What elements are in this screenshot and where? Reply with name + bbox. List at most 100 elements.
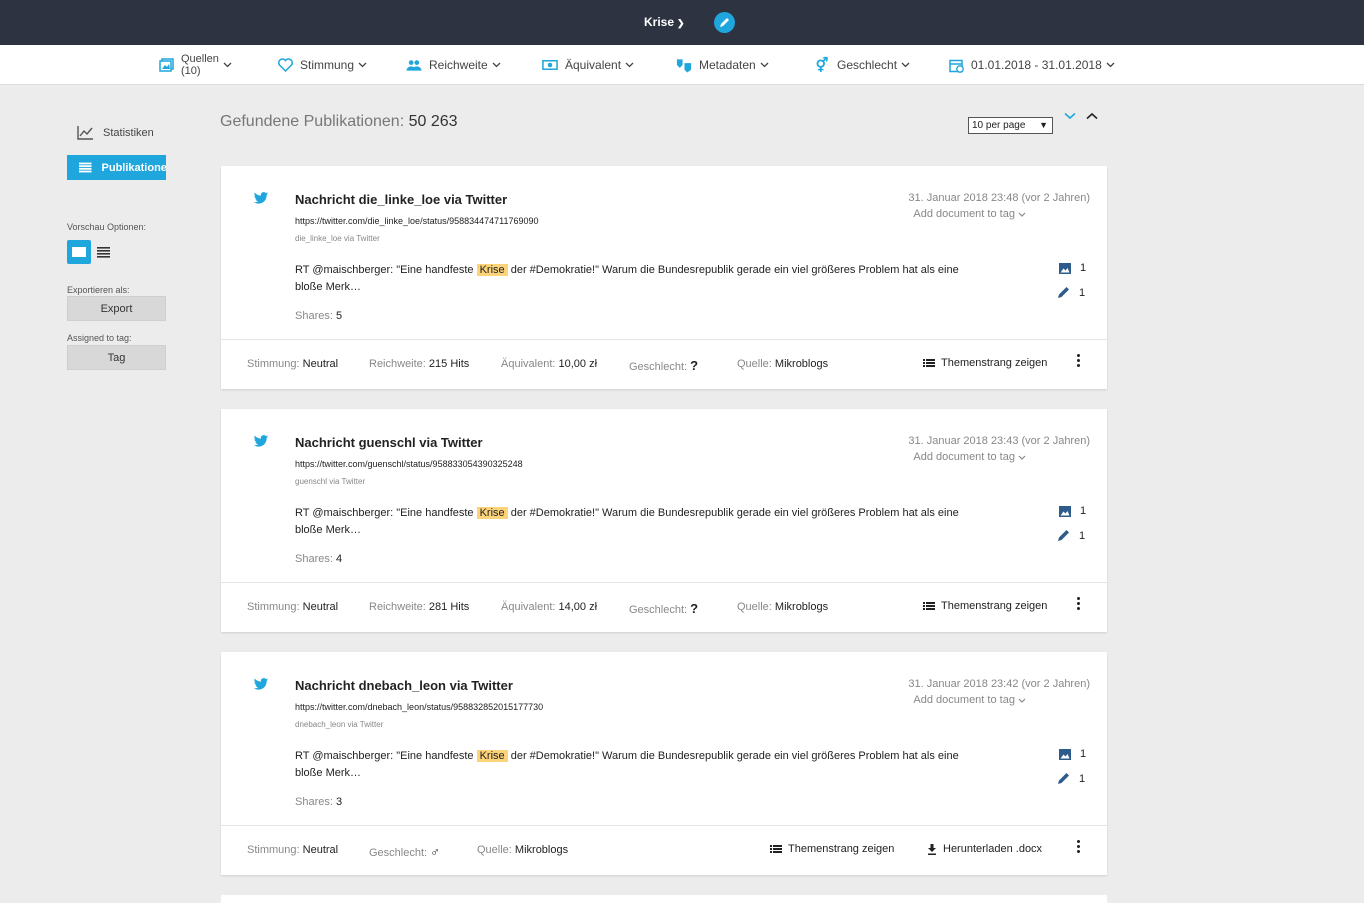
download-docx-button[interactable]: Herunterladen .docx bbox=[927, 843, 1042, 855]
sidebar-item-label: Statistiken bbox=[103, 126, 154, 139]
card-date: 31. Januar 2018 23:42 (vor 2 Jahren) bbox=[908, 678, 1090, 690]
card-url[interactable]: https://twitter.com/die_linke_loe/status… bbox=[295, 216, 539, 226]
download-icon bbox=[928, 843, 936, 855]
card-divider bbox=[221, 825, 1107, 826]
edit-count[interactable]: 1 bbox=[1057, 286, 1085, 299]
card-view-icon bbox=[72, 247, 86, 257]
gender-icon: ⚥ bbox=[815, 56, 829, 73]
sidebar-item-publikationen[interactable]: Publikationen bbox=[67, 155, 166, 180]
project-title: Krise bbox=[644, 15, 675, 29]
publication-card-partial bbox=[221, 895, 1107, 903]
card-date: 31. Januar 2018 23:48 (vor 2 Jahren) bbox=[908, 192, 1090, 204]
sort-ascending-icon[interactable] bbox=[1086, 112, 1098, 120]
filter-geschlecht-label: Geschlecht bbox=[837, 58, 898, 72]
card-title[interactable]: Nachricht dnebach_leon via Twitter bbox=[295, 678, 513, 693]
twitter-icon bbox=[253, 435, 269, 447]
pencil-icon bbox=[1058, 287, 1069, 298]
filter-quellen[interactable]: Quellen (10) bbox=[158, 45, 232, 85]
chevron-down-icon bbox=[760, 62, 769, 68]
people-icon bbox=[406, 57, 422, 73]
meta-geschlecht: Geschlecht: ? bbox=[629, 601, 699, 616]
publication-card: Nachricht die_linke_loe via Twitter http… bbox=[221, 166, 1107, 389]
chevron-down-icon bbox=[358, 62, 367, 68]
chevron-down-icon bbox=[1018, 698, 1026, 703]
chevron-down-icon bbox=[1106, 62, 1115, 68]
filter-reichweite[interactable]: Reichweite bbox=[406, 45, 501, 85]
card-shares: Shares: 4 bbox=[295, 553, 343, 565]
publication-card: Nachricht dnebach_leon via Twitter https… bbox=[221, 652, 1107, 875]
assigned-tag-label: Assigned to tag: bbox=[67, 333, 132, 343]
sort-descending-icon[interactable] bbox=[1064, 112, 1076, 120]
pencil-icon bbox=[720, 18, 729, 27]
per-page-value: 10 per page bbox=[972, 120, 1026, 131]
card-title[interactable]: Nachricht die_linke_loe via Twitter bbox=[295, 192, 507, 207]
add-to-tag-dropdown[interactable]: Add document to tag bbox=[913, 694, 1026, 706]
meta-quelle: Quelle: Mikroblogs bbox=[737, 358, 829, 370]
tag-button[interactable]: Tag bbox=[67, 345, 166, 370]
add-to-tag-dropdown[interactable]: Add document to tag bbox=[913, 208, 1026, 220]
twitter-icon bbox=[253, 678, 269, 690]
per-page-select[interactable]: 10 per page ▼ bbox=[968, 117, 1053, 134]
filter-metadaten[interactable]: Metadaten bbox=[676, 45, 769, 85]
card-title[interactable]: Nachricht guenschl via Twitter bbox=[295, 435, 483, 450]
card-source: die_linke_loe via Twitter bbox=[295, 234, 380, 243]
show-thread-button[interactable]: Themenstrang zeigen bbox=[923, 600, 1047, 612]
chevron-down-icon bbox=[223, 62, 232, 68]
list-view-button[interactable] bbox=[97, 240, 113, 264]
card-source: dnebach_leon via Twitter bbox=[295, 720, 384, 729]
pencil-icon bbox=[1058, 530, 1069, 541]
heart-icon bbox=[277, 57, 293, 73]
keyword-highlight: Krise bbox=[476, 507, 508, 519]
tags-icon bbox=[676, 57, 692, 73]
card-view-button[interactable] bbox=[67, 240, 91, 264]
image-count: 1 bbox=[1059, 262, 1086, 274]
list-icon bbox=[79, 162, 92, 173]
edit-count[interactable]: 1 bbox=[1057, 529, 1085, 542]
card-shares: Shares: 5 bbox=[295, 310, 343, 322]
card-text: RT @maischberger: "Eine handfeste Krise … bbox=[295, 507, 959, 536]
money-icon bbox=[542, 57, 558, 73]
card-url[interactable]: https://twitter.com/dnebach_leon/status/… bbox=[295, 702, 543, 712]
sources-icon bbox=[158, 57, 174, 73]
chevron-down-icon bbox=[1018, 212, 1026, 217]
show-thread-button[interactable]: Themenstrang zeigen bbox=[770, 843, 894, 855]
card-url[interactable]: https://twitter.com/guenschl/status/9588… bbox=[295, 459, 523, 469]
card-source: guenschl via Twitter bbox=[295, 477, 366, 486]
meta-aequivalent: Äquivalent: 14,00 zł bbox=[501, 601, 598, 613]
card-text: RT @maischberger: "Eine handfeste Krise … bbox=[295, 750, 959, 779]
filter-date-range[interactable]: 01.01.2018 - 31.01.2018 bbox=[948, 45, 1115, 85]
edit-button[interactable] bbox=[714, 12, 735, 33]
add-to-tag-label: Add document to tag bbox=[913, 694, 1015, 706]
results-count: Gefundene Publikationen: 50 263 bbox=[220, 113, 458, 131]
calendar-icon bbox=[948, 57, 964, 73]
card-text: RT @maischberger: "Eine handfeste Krise … bbox=[295, 264, 959, 293]
sidebar-item-label: Publikationen bbox=[101, 161, 166, 174]
filter-aequivalent[interactable]: Äquivalent bbox=[542, 45, 634, 85]
preview-options bbox=[67, 240, 113, 264]
meta-geschlecht: Geschlecht: ? bbox=[629, 358, 699, 373]
filter-date-range-label: 01.01.2018 - 31.01.2018 bbox=[971, 58, 1102, 72]
add-to-tag-label: Add document to tag bbox=[913, 451, 1015, 463]
filter-bar: Quellen (10) Stimmung Reichweite Äquivale… bbox=[0, 45, 1364, 85]
keyword-highlight: Krise bbox=[476, 264, 508, 276]
more-options-icon[interactable] bbox=[1074, 597, 1082, 613]
project-title-dropdown[interactable]: Krise ❯ bbox=[644, 15, 685, 29]
card-shares: Shares: 3 bbox=[295, 796, 343, 808]
export-label: Exportieren als: bbox=[67, 285, 130, 295]
edit-count[interactable]: 1 bbox=[1057, 772, 1085, 785]
more-options-icon[interactable] bbox=[1074, 354, 1082, 370]
meta-reichweite: Reichweite: 281 Hits bbox=[369, 601, 470, 613]
sidebar-item-statistiken[interactable]: Statistiken bbox=[67, 120, 166, 145]
filter-geschlecht[interactable]: ⚥ Geschlecht bbox=[814, 45, 910, 85]
image-count: 1 bbox=[1059, 748, 1086, 760]
add-to-tag-dropdown[interactable]: Add document to tag bbox=[913, 451, 1026, 463]
export-button[interactable]: Export bbox=[67, 296, 166, 321]
more-options-icon[interactable] bbox=[1074, 840, 1082, 856]
chevron-down-icon bbox=[901, 62, 910, 68]
filter-stimmung[interactable]: Stimmung bbox=[277, 45, 367, 85]
chevron-down-icon bbox=[625, 62, 634, 68]
meta-stimmung: Stimmung: Neutral bbox=[247, 358, 339, 370]
show-thread-button[interactable]: Themenstrang zeigen bbox=[923, 357, 1047, 369]
list-icon bbox=[923, 359, 935, 367]
filter-aequivalent-label: Äquivalent bbox=[565, 58, 622, 72]
